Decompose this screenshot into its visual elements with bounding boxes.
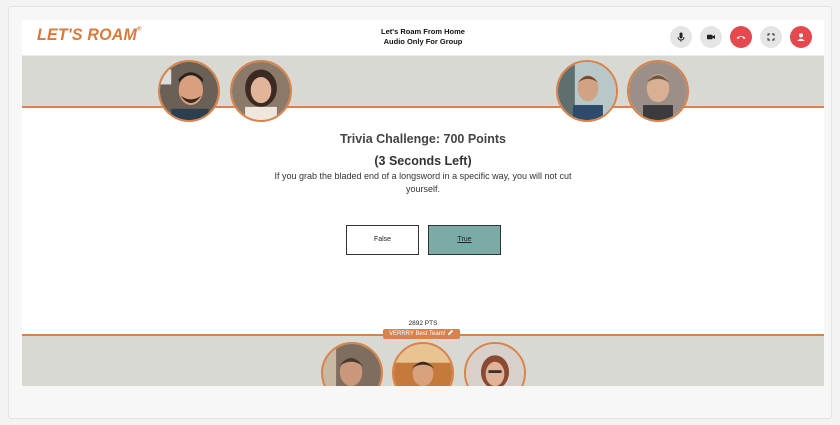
camera-button[interactable] bbox=[700, 26, 722, 48]
answer-false-button[interactable]: False bbox=[346, 225, 419, 255]
top-participants-strip bbox=[22, 56, 824, 108]
microphone-icon bbox=[677, 32, 685, 42]
question-timer: (3 Seconds Left) bbox=[374, 154, 472, 168]
teammate-photo bbox=[466, 344, 524, 386]
header: LET'S ROAM® Let's Roam From Home Audio O… bbox=[22, 20, 824, 56]
trivia-question-panel: Trivia Challenge: 700 Points (3 Seconds … bbox=[22, 110, 824, 335]
teammate-photo bbox=[394, 344, 452, 386]
team-name: VERRRY Best Team! bbox=[389, 331, 446, 337]
hang-up-icon bbox=[736, 36, 746, 39]
question-text: If you grab the bladed end of a longswor… bbox=[274, 171, 572, 194]
call-controls bbox=[670, 26, 812, 48]
teammate-photo bbox=[323, 344, 381, 386]
camera-icon bbox=[707, 34, 715, 40]
fullscreen-icon bbox=[767, 33, 775, 41]
microphone-button[interactable] bbox=[670, 26, 692, 48]
question-title: Trivia Challenge: 700 Points bbox=[339, 132, 507, 146]
profile-button[interactable] bbox=[790, 26, 812, 48]
team-name-badge[interactable]: VERRRY Best Team! bbox=[383, 329, 461, 339]
fullscreen-button[interactable] bbox=[760, 26, 782, 48]
trivia-app: LET'S ROAM® Let's Roam From Home Audio O… bbox=[22, 20, 824, 386]
answer-true-button[interactable]: True bbox=[428, 225, 501, 255]
hang-up-button[interactable] bbox=[730, 26, 752, 48]
edit-pencil-icon[interactable] bbox=[447, 329, 454, 336]
team-points: 2892 PTS bbox=[408, 320, 438, 327]
user-icon bbox=[797, 33, 805, 41]
